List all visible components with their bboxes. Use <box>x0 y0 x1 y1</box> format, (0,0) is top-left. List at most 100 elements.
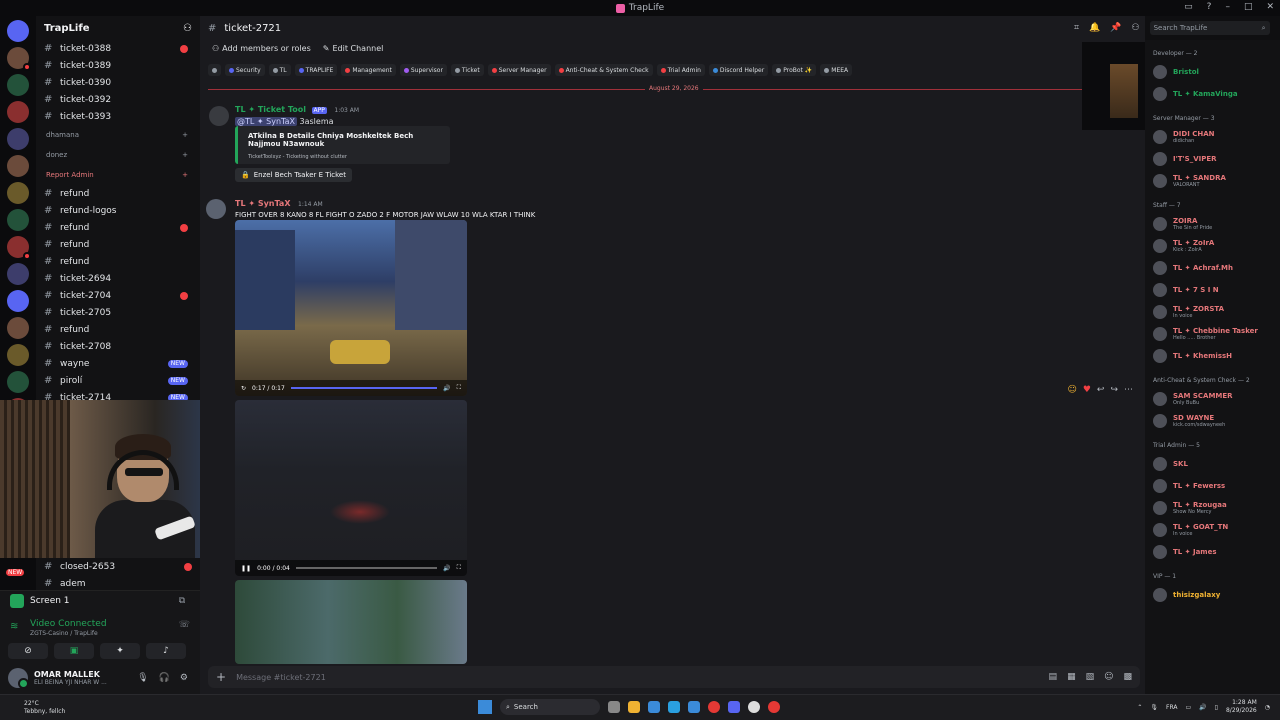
member-item[interactable]: thisizgalaxy <box>1145 584 1280 606</box>
channel-item[interactable]: # ticket-2714 NEW <box>40 389 196 400</box>
screen-share-row[interactable]: Screen 1 <box>10 594 70 608</box>
battery-icon[interactable]: ▯ <box>1215 704 1218 711</box>
volume-tray-icon[interactable]: 🔊 <box>1199 704 1206 711</box>
role-tag[interactable] <box>208 64 221 76</box>
notification-bell-icon[interactable]: 🔔 <box>1089 23 1100 33</box>
message-author[interactable]: TL ✦ Ticket Tool <box>235 105 306 114</box>
heart-icon[interactable]: ♥ <box>1083 385 1091 395</box>
volume-icon[interactable]: 🔊 <box>443 385 450 392</box>
user-info[interactable]: OMAR MALLEK ELI BEINA YJI NHAR W ... <box>34 670 107 686</box>
voice-status[interactable]: Video Connected <box>30 619 107 629</box>
server-icon[interactable] <box>7 344 29 366</box>
member-item[interactable]: TL ✦ James <box>1145 541 1280 563</box>
fullscreen-icon[interactable]: ⛶ <box>457 564 461 572</box>
apps-icon[interactable]: ▩ <box>1123 672 1132 682</box>
channel-item[interactable]: # ticket-2708 <box>40 338 196 355</box>
disconnect-icon[interactable]: ☏ <box>179 620 190 630</box>
obs-icon[interactable] <box>748 701 760 713</box>
headphones-icon[interactable]: 🎧 <box>159 673 170 683</box>
server-icon[interactable] <box>7 290 29 312</box>
video-attachment-1[interactable]: ↻ 0:17 / 0:17 🔊 ⛶ <box>235 220 467 396</box>
microphone-icon[interactable]: 🎙 <box>137 673 148 683</box>
emoji-icon[interactable]: ☺ <box>1104 672 1113 682</box>
video-progress[interactable] <box>295 567 438 569</box>
member-item[interactable]: I'T'S_VIPER <box>1145 148 1280 170</box>
plus-icon[interactable]: + <box>182 171 188 179</box>
search-input[interactable]: Search TrapLife ⌕ <box>1149 21 1270 35</box>
channel-item[interactable]: # ticket-2705 <box>40 304 196 321</box>
channel-item[interactable]: # closed-2653 <box>36 558 200 575</box>
add-friend-icon[interactable]: ⚇ <box>183 23 192 34</box>
member-item[interactable]: DIDI CHAN didichan <box>1145 126 1280 148</box>
member-item[interactable]: SAM SCAMMER Only BuBu <box>1145 388 1280 410</box>
member-item[interactable]: TL ✦ Achraf.Mh <box>1145 257 1280 279</box>
role-tag[interactable]: Management <box>341 64 396 76</box>
composer-placeholder[interactable]: Message #ticket-2721 <box>236 673 326 682</box>
server-icon[interactable] <box>7 263 29 285</box>
weather-widget[interactable]: 22°C Tebbny, fellch <box>24 700 65 716</box>
channel-item[interactable]: # refund <box>40 321 196 338</box>
channel-item[interactable]: # refund-logos <box>40 202 196 219</box>
channel-item[interactable]: # ticket-0393 <box>40 108 196 125</box>
pause-icon[interactable]: ❚❚ <box>241 565 251 572</box>
attach-plus-icon[interactable]: + <box>216 670 226 684</box>
volume-icon[interactable]: 🔊 <box>443 565 450 572</box>
emoji-reaction-icon[interactable]: ☺ <box>1067 385 1076 395</box>
member-item[interactable]: TL ✦ GOAT_TN In voice <box>1145 519 1280 541</box>
channel-item[interactable]: # ticket-2694 <box>40 270 196 287</box>
close-button[interactable]: ✕ <box>1266 2 1274 12</box>
category-dhamana[interactable]: dhamana + <box>40 125 196 145</box>
start-button[interactable] <box>478 700 492 714</box>
member-list-icon[interactable]: ⚇ <box>1132 23 1140 33</box>
member-item[interactable]: TL ✦ ZoIrA Kick : ZoIrA <box>1145 235 1280 257</box>
member-item[interactable]: Bristol <box>1145 61 1280 83</box>
signal-icon[interactable]: ≋ <box>10 621 22 633</box>
threads-icon[interactable]: ⌗ <box>1074 23 1079 33</box>
server-icon[interactable] <box>7 74 29 96</box>
sticker-icon[interactable]: ▧ <box>1086 672 1095 682</box>
chrome-icon[interactable] <box>708 701 720 713</box>
role-tag[interactable]: TL <box>268 64 291 76</box>
message-author[interactable]: TL ✦ SynTaX <box>235 199 291 208</box>
category-report-admin[interactable]: Report Admin + <box>40 165 196 185</box>
more-icon[interactable]: ⋯ <box>1124 385 1133 395</box>
channel-item[interactable]: # refund <box>40 236 196 253</box>
role-tag[interactable]: Server Manager <box>487 64 551 76</box>
server-icon[interactable] <box>7 155 29 177</box>
guild-header[interactable]: TrapLife ⚇ <box>36 16 200 40</box>
video-attachment-2[interactable]: ❚❚ 0:00 / 0:04 🔊 ⛶ <box>235 400 467 576</box>
member-item[interactable]: ZOIRA The Sin of Pride <box>1145 213 1280 235</box>
server-icon[interactable] <box>7 236 31 260</box>
channel-item[interactable]: # pirolí NEW <box>40 372 196 389</box>
edge-icon[interactable] <box>668 701 680 713</box>
server-icon[interactable] <box>7 101 29 123</box>
minimize-button[interactable]: – <box>1225 2 1230 12</box>
member-item[interactable]: TL ✦ Rzougaa Show No Mercy <box>1145 497 1280 519</box>
member-item[interactable]: SD WAYNE kick.com/sdwayneeh <box>1145 410 1280 432</box>
taskbar-search[interactable]: ⌕ Search <box>500 699 600 715</box>
close-ticket-button[interactable]: 🔒 Enzel Bech Tsaker E Ticket <box>235 168 352 182</box>
store-icon[interactable] <box>648 701 660 713</box>
server-icon[interactable] <box>7 182 29 204</box>
lang-indicator[interactable]: FRA <box>1166 704 1177 711</box>
role-tag[interactable]: Discord Helper <box>708 64 769 76</box>
gift-icon[interactable]: ▤ <box>1049 672 1058 682</box>
fullscreen-icon[interactable]: ⛶ <box>457 384 461 392</box>
notifications-icon[interactable]: ◔ <box>1265 704 1270 711</box>
message-composer[interactable]: + Message #ticket-2721 ▤ ▦ ▧ ☺ ▩ <box>208 666 1140 688</box>
avatar[interactable] <box>8 668 29 689</box>
role-tag[interactable]: Security <box>225 64 265 76</box>
app-icon[interactable] <box>768 701 780 713</box>
edit-channel-button[interactable]: ✎ Edit Channel <box>323 44 384 53</box>
channel-item[interactable]: # wayne NEW <box>40 355 196 372</box>
member-item[interactable]: SKL <box>1145 453 1280 475</box>
channel-item[interactable]: # refund <box>40 253 196 270</box>
reply-icon[interactable]: ↩ <box>1097 385 1105 395</box>
member-item[interactable]: TL ✦ 7 S I N <box>1145 279 1280 301</box>
server-icon[interactable] <box>7 47 31 71</box>
member-item[interactable]: TL ✦ Chebbine Tasker Hello ..... Brother <box>1145 323 1280 345</box>
role-tag[interactable]: Ticket <box>450 64 484 76</box>
mic-tray-icon[interactable]: 🎙 <box>1150 704 1158 711</box>
help-icon[interactable]: ? <box>1207 2 1212 12</box>
settings-icon[interactable]: ⚙ <box>180 673 188 683</box>
